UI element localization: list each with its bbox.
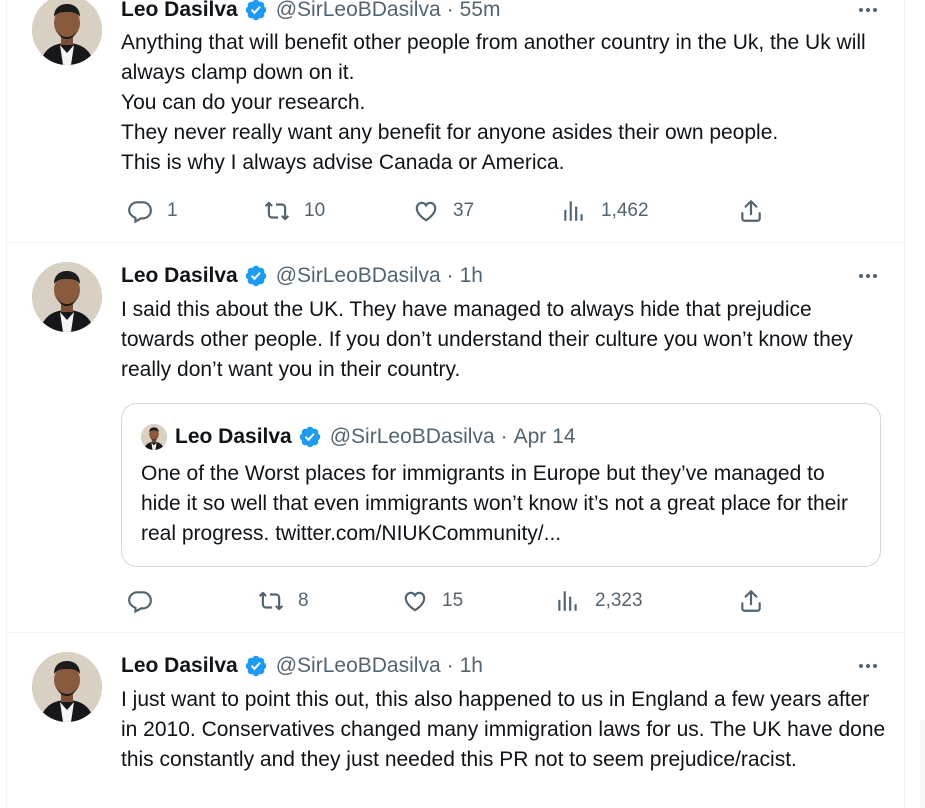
timestamp[interactable]: 1h [460,654,483,678]
avatar[interactable] [32,0,102,65]
quoted-timestamp: Apr 14 [513,425,576,448]
reply-icon [127,588,153,614]
tweet[interactable]: Leo Dasilva @SirLeoBDasilva · 1h I said … [7,243,906,633]
views-button[interactable]: 2,323 [555,586,643,616]
quoted-avatar [141,424,167,450]
reply-count: 1 [167,200,178,221]
heart-icon [402,588,428,614]
views-chart-icon [555,588,581,614]
separator: · [446,654,454,677]
tweet-header: Leo Dasilva @SirLeoBDasilva · 1h [121,262,483,290]
separator: · [500,425,508,448]
retweet-icon [258,588,284,614]
verified-badge-icon [244,0,268,22]
author-name[interactable]: Leo Dasilva [121,264,238,288]
more-dots-icon[interactable] [853,264,883,288]
retweet-icon [264,198,290,224]
timeline: Leo Dasilva @SirLeoBDasilva · 55m Anythi… [6,0,906,808]
view-count: 2,323 [595,590,643,611]
author-handle[interactable]: @SirLeoBDasilva [276,654,441,678]
tweet-header: Leo Dasilva @SirLeoBDasilva · 55m [121,0,500,24]
share-button[interactable] [738,196,764,226]
reply-button[interactable]: 1 [127,196,178,226]
separator: · [446,0,454,21]
timestamp[interactable]: 55m [460,0,501,22]
share-icon [738,588,764,614]
tweet-text: Anything that will benefit other people … [121,31,866,174]
author-handle[interactable]: @SirLeoBDasilva [276,264,441,288]
like-button[interactable]: 15 [402,586,463,616]
author-name[interactable]: Leo Dasilva [121,0,238,22]
quoted-author-name: Leo Dasilva [175,425,292,448]
more-dots-icon[interactable] [853,0,883,22]
verified-badge-icon [298,425,322,449]
share-button[interactable] [738,586,764,616]
more-dots-icon[interactable] [853,654,883,678]
retweet-button[interactable]: 8 [258,586,309,616]
quoted-tweet-header: Leo Dasilva @SirLeoBDasilva · Apr 14 [141,424,576,450]
reply-button[interactable] [127,586,167,616]
avatar[interactable] [32,262,102,332]
views-chart-icon [561,198,587,224]
like-count: 15 [442,590,464,611]
like-button[interactable]: 37 [413,196,474,226]
tweet-header: Leo Dasilva @SirLeoBDasilva · 1h [121,652,483,680]
verified-badge-icon [244,264,268,288]
separator: · [446,264,454,287]
quoted-tweet-text: One of the Worst places for immigrants i… [141,462,848,545]
timestamp[interactable]: 1h [460,264,483,288]
author-handle[interactable]: @SirLeoBDasilva [276,0,441,22]
tweet-actions: 8 15 2,323 [121,586,771,616]
share-icon [738,198,764,224]
retweet-count: 8 [298,590,309,611]
views-button[interactable]: 1,462 [561,196,649,226]
tweet-actions: 1 10 37 1,462 [121,196,771,226]
retweet-count: 10 [304,200,326,221]
retweet-button[interactable]: 10 [264,196,325,226]
heart-icon [413,198,439,224]
scrollbar-edge [920,720,925,808]
like-count: 37 [453,200,475,221]
quoted-tweet[interactable]: Leo Dasilva @SirLeoBDasilva · Apr 14 One… [121,403,881,567]
reply-icon [127,198,153,224]
quoted-author-handle: @SirLeoBDasilva [329,425,495,448]
tweet[interactable]: Leo Dasilva @SirLeoBDasilva · 55m Anythi… [7,0,906,243]
avatar[interactable] [32,652,102,722]
verified-badge-icon [244,654,268,678]
tweet[interactable]: Leo Dasilva @SirLeoBDasilva · 1h I just … [7,633,906,808]
view-count: 1,462 [601,200,649,221]
tweet-text: I just want to point this out, this also… [121,688,892,771]
author-name[interactable]: Leo Dasilva [121,654,238,678]
tweet-text: I said this about the UK. They have mana… [121,298,859,381]
